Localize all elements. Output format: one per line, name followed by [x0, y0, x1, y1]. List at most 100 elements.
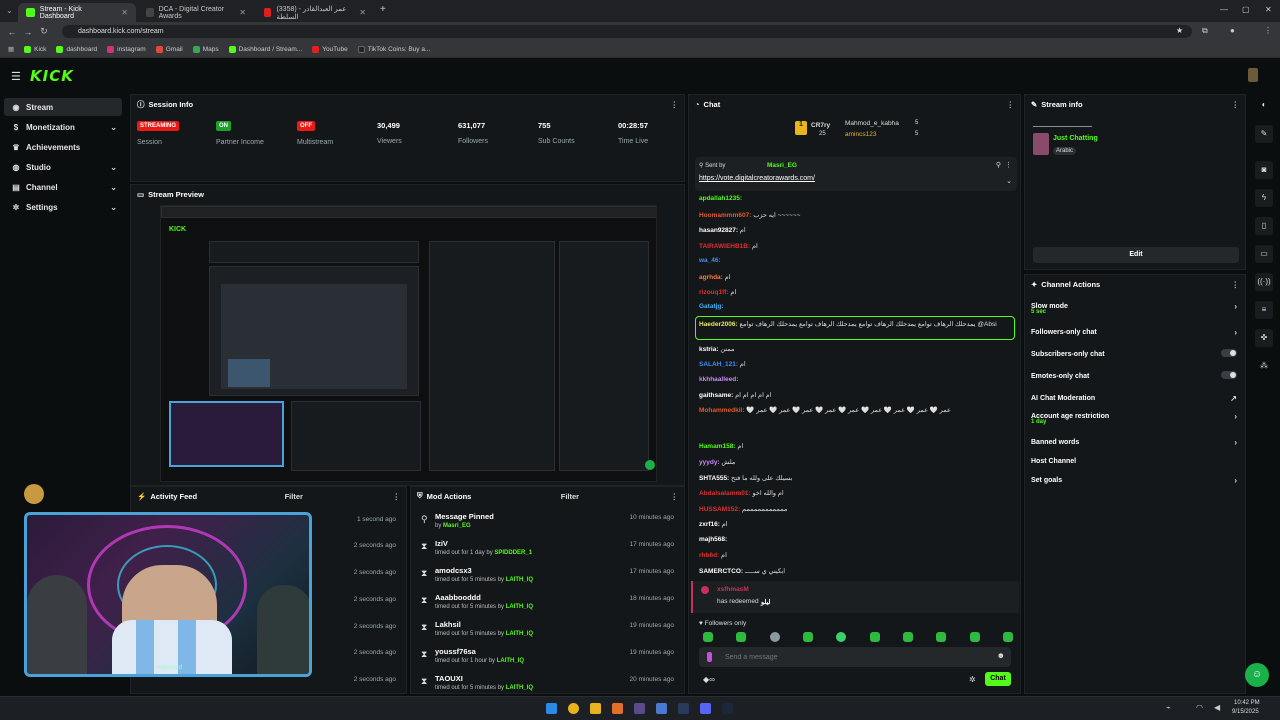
new-tab-icon[interactable]: +	[380, 4, 386, 15]
stream-preview-video[interactable]: KICK	[160, 205, 657, 482]
chat-username[interactable]: wa_46:	[699, 257, 721, 264]
gear-icon[interactable]: ✲	[969, 675, 976, 684]
user-avatar[interactable]	[1248, 68, 1258, 82]
close-tab-icon[interactable]: ✕	[239, 8, 246, 17]
action-slow-mode[interactable]: Slow mode 5 sec ›	[1031, 297, 1237, 316]
unpin-icon[interactable]: ⚲	[996, 161, 1001, 169]
emote-icon[interactable]	[703, 632, 713, 642]
document-icon[interactable]: ▯	[1255, 217, 1273, 235]
dashboard-icon[interactable]: ◐	[1255, 96, 1273, 114]
bookmark-youtube[interactable]: YouTube	[312, 45, 348, 53]
app-icon[interactable]	[612, 703, 623, 714]
kebab-menu-icon[interactable]: ⋮	[1232, 280, 1240, 289]
windows-start-icon[interactable]	[546, 703, 557, 714]
chat-username[interactable]: Hoomammm607:	[699, 212, 751, 219]
forward-icon[interactable]: →	[20, 27, 36, 37]
mic-icon[interactable]	[707, 652, 712, 662]
emote-icon[interactable]	[902, 632, 913, 642]
sidebar-item-studio[interactable]: ◍ Studio ⌄	[4, 158, 122, 176]
discord-icon[interactable]	[700, 703, 711, 714]
emote-icon[interactable]	[769, 632, 780, 642]
chat-username[interactable]: Abdalsalamm01:	[699, 490, 751, 497]
points-icon[interactable]: ◆∞	[703, 675, 715, 684]
emote-icon[interactable]	[836, 632, 847, 642]
sidebar-item-stream[interactable]: ◉ Stream	[4, 98, 122, 116]
emote-icon[interactable]	[936, 632, 947, 642]
chat-username[interactable]: SHTA555:	[699, 475, 729, 482]
chat-username[interactable]: Mohammedkil:	[699, 407, 745, 414]
emote-icon[interactable]	[802, 632, 813, 642]
broadcast-icon[interactable]: ((·))	[1255, 273, 1273, 291]
wifi-icon[interactable]: ◠	[1196, 703, 1203, 712]
chat-username[interactable]: Gatatjg:	[699, 303, 724, 310]
sidebar-item-achievements[interactable]: ♛ Achievements	[4, 138, 122, 156]
camera-icon[interactable]: ◙	[1255, 161, 1273, 179]
chat-username[interactable]: SAMERCTCO:	[699, 568, 743, 575]
chat-username[interactable]: rizouq1ff:	[699, 289, 729, 296]
kebab-menu-icon[interactable]: ⋮	[393, 492, 401, 501]
chat-username[interactable]: kstria:	[699, 346, 719, 353]
edit-button[interactable]: Edit	[1033, 247, 1239, 263]
bookmark-kick[interactable]: Kick	[24, 45, 46, 53]
bookmark-dashboard[interactable]: dashboard	[56, 45, 97, 53]
kebab-menu-icon[interactable]: ⋮	[1232, 100, 1240, 109]
bookmark-maps[interactable]: Maps	[192, 45, 219, 53]
chrome-icon[interactable]	[568, 703, 579, 714]
apps-icon[interactable]: ⁂	[1255, 357, 1273, 375]
emote-icon[interactable]	[869, 632, 880, 642]
action-emotes-only[interactable]: Emotes-only chat	[1031, 367, 1237, 385]
chat-icon[interactable]: ▭	[1255, 245, 1273, 263]
bookmark-gmail[interactable]: Gmail	[155, 45, 183, 53]
extensions-icon[interactable]: ⧉	[1202, 26, 1208, 36]
redeem-user[interactable]: xsfhmasM	[717, 586, 749, 593]
action-banned-words[interactable]: Banned words ›	[1031, 433, 1237, 451]
sidebar-item-monetization[interactable]: $ Monetization ⌄	[4, 118, 122, 136]
chat-username[interactable]: zxrf16:	[699, 521, 720, 528]
pinned-link[interactable]: https://vote.digitalcreatorawards.com/	[699, 175, 815, 182]
wrench-icon[interactable]: ✜	[1255, 329, 1273, 347]
hamburger-menu-icon[interactable]: ☰	[11, 70, 21, 83]
chat-username[interactable]: gaithsame:	[699, 392, 733, 399]
action-followers-only[interactable]: Followers-only chat ›	[1031, 323, 1237, 341]
action-set-goals[interactable]: Set goals ›	[1031, 471, 1237, 489]
browser-tab-dca[interactable]: DCA - Digital Creator Awards ✕	[138, 3, 254, 22]
close-tab-icon[interactable]: ✕	[359, 8, 366, 17]
kebab-menu-icon[interactable]: ⋮	[671, 492, 679, 501]
chat-username[interactable]: Hamam158:	[699, 443, 736, 450]
chat-username[interactable]: TAIRAWIEHB1B:	[699, 243, 750, 250]
action-account-age[interactable]: Account age restriction 1 day ›	[1031, 407, 1237, 426]
filter-button[interactable]: Filter	[561, 492, 579, 501]
bookmark-tiktok[interactable]: TikTok Coins: Buy a...	[357, 45, 430, 53]
emote-icon[interactable]	[969, 632, 980, 642]
browser-tab-kick[interactable]: Stream - Kick Dashboard ✕	[18, 3, 136, 22]
emote-icon[interactable]	[736, 632, 747, 642]
emote-icon[interactable]	[1002, 632, 1013, 642]
bookmark-instagram[interactable]: instagram	[107, 45, 146, 53]
volume-icon[interactable]: ◀	[1214, 703, 1220, 712]
profile-icon[interactable]: ●	[1230, 26, 1235, 35]
chat-username[interactable]: majh568:	[699, 536, 727, 543]
list-icon[interactable]: ≡	[1255, 301, 1273, 319]
steam-icon[interactable]	[722, 703, 733, 714]
chat-username[interactable]: yyydy:	[699, 459, 720, 466]
action-subscribers-only[interactable]: Subscribers-only chat	[1031, 345, 1237, 363]
kebab-menu-icon[interactable]: ⋮	[1005, 161, 1012, 169]
tab-search-icon[interactable]: ⌄	[6, 6, 13, 15]
sidebar-item-channel[interactable]: ▤ Channel ⌄	[4, 178, 122, 196]
pencil-icon[interactable]: ✎	[1255, 125, 1273, 143]
network-icon[interactable]: ⌁	[1166, 703, 1171, 712]
lightning-icon[interactable]: ϟ	[1255, 189, 1273, 207]
chat-username[interactable]: rhb6d:	[699, 552, 719, 559]
chat-username[interactable]: apdallah1235:	[699, 195, 742, 202]
sidebar-item-settings[interactable]: ✲ Settings ⌄	[4, 198, 122, 216]
close-tab-icon[interactable]: ✕	[121, 8, 128, 17]
filter-button[interactable]: Filter	[285, 492, 303, 501]
chat-bubble-icon[interactable]: ☺	[1245, 663, 1269, 687]
chat-username[interactable]: SALAH_121:	[699, 361, 738, 368]
minimize-icon[interactable]: —	[1220, 5, 1228, 14]
back-icon[interactable]: ←	[4, 27, 20, 37]
chat-username[interactable]: Haeder2006:	[699, 321, 738, 328]
menu-kebab-icon[interactable]: ⋮	[1264, 26, 1272, 35]
chat-username[interactable]: agrhda:	[699, 274, 723, 281]
browser-tab-youtube[interactable]: (3358) عمر العبدالقادر - السلطة ✕	[256, 3, 374, 22]
